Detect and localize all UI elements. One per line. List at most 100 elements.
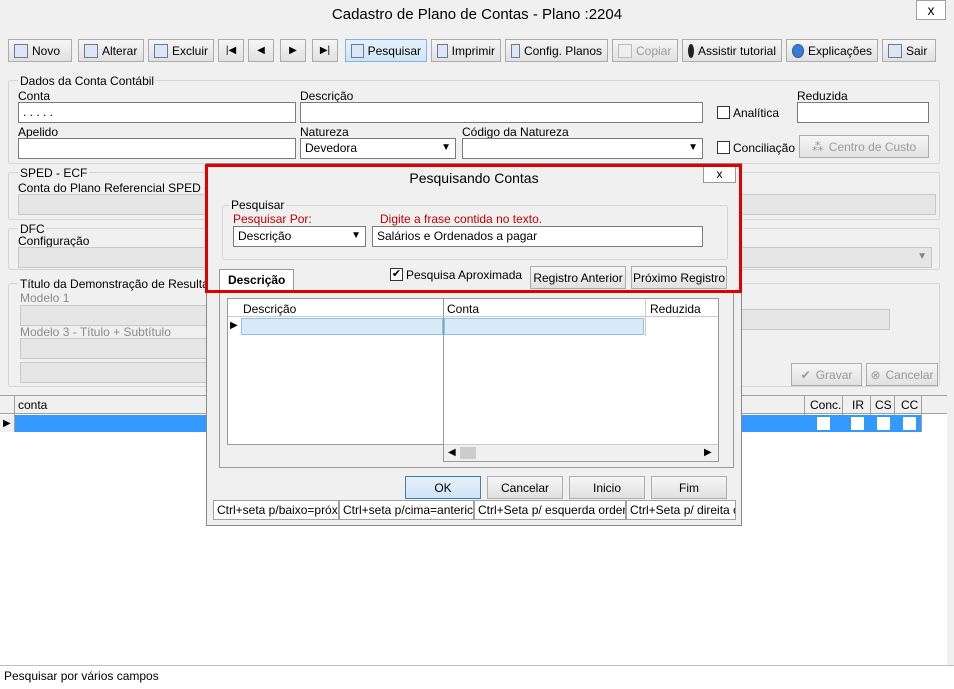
first-record-button[interactable]: |◀ xyxy=(218,39,244,62)
codigo-natureza-select[interactable]: ▼ xyxy=(462,138,703,159)
next-icon: ▶ xyxy=(289,45,297,56)
titulo-dem-title: Título da Demonstração de Resultado xyxy=(18,277,225,291)
dialog-cancelar-button[interactable]: Cancelar xyxy=(487,476,563,499)
fim-button[interactable]: Fim xyxy=(651,476,727,499)
alterar-button[interactable]: Alterar xyxy=(78,39,144,62)
apelido-label: Apelido xyxy=(18,125,59,139)
frase-input[interactable]: Salários e Ordenados a pagar xyxy=(372,226,703,247)
modelo1-field[interactable] xyxy=(20,305,208,326)
inicio-button[interactable]: Inicio xyxy=(569,476,645,499)
chevron-down-icon: ▼ xyxy=(351,230,361,241)
centro-custo-button[interactable]: ⁂ Centro de Custo xyxy=(799,135,929,158)
row-indicator-icon: ▶ xyxy=(230,320,238,331)
help-icon xyxy=(792,43,804,58)
network-icon: ⁂ xyxy=(811,139,824,154)
dialog-status-hint: Ctrl+seta p/cima=anteric xyxy=(339,500,474,520)
proximo-registro-button[interactable]: Próximo Registro xyxy=(631,266,727,289)
cs-checkbox[interactable] xyxy=(877,417,890,430)
reduzida-label: Reduzida xyxy=(797,89,848,103)
check-icon: ✔ xyxy=(800,367,811,382)
window-close-button[interactable]: x xyxy=(916,0,946,20)
modelo3-subtitulo-field[interactable] xyxy=(20,362,208,383)
col-conta: Conta xyxy=(447,302,480,316)
dfc-config-label: Configuração xyxy=(18,234,90,248)
dialog-status-hint: Ctrl+Seta p/ direita o xyxy=(626,500,736,520)
gravar-button[interactable]: ✔ Gravar xyxy=(791,363,862,386)
delete-icon xyxy=(154,43,168,58)
assistir-tutorial-button[interactable]: Assistir tutorial xyxy=(682,39,782,62)
frase-label: Digite a frase contida no texto. xyxy=(380,212,543,226)
col-reduzida: Reduzida xyxy=(650,302,701,316)
prev-record-button[interactable]: ◀ xyxy=(248,39,274,62)
modelo3-titulo-field[interactable] xyxy=(20,338,208,359)
pesquisa-aproximada-label: Pesquisa Aproximada xyxy=(406,268,523,282)
grid-col-conc: Conc. xyxy=(810,398,842,412)
status-text: Pesquisar por vários campos xyxy=(4,669,159,683)
conc-checkbox[interactable] xyxy=(817,417,830,430)
imprimir-button[interactable]: Imprimir xyxy=(431,39,501,62)
horizontal-scrollbar[interactable]: ◀ ▶ xyxy=(444,444,718,461)
grid-col-ir: IR xyxy=(852,398,864,412)
row-indicator-icon: ▶ xyxy=(0,415,14,432)
grid-col-conta: conta xyxy=(18,398,48,412)
sair-button[interactable]: Sair xyxy=(882,39,936,62)
cancel-icon: ⊗ xyxy=(870,367,881,382)
exit-icon xyxy=(888,43,902,58)
conta-field[interactable]: . . . . . xyxy=(18,102,296,123)
codigo-natureza-label: Código da Natureza xyxy=(462,125,569,139)
edit-icon xyxy=(84,43,98,58)
sped-ecf-title: SPED - ECF xyxy=(18,166,90,180)
pesquisar-por-select[interactable]: Descrição ▼ xyxy=(233,226,366,247)
dialog-status-hint: Ctrl+Seta p/ esquerda order xyxy=(474,500,626,520)
pesquisar-button[interactable]: Pesquisar xyxy=(345,39,427,62)
descricao-field[interactable] xyxy=(300,102,703,123)
scroll-left-icon: ◀ xyxy=(448,447,456,458)
excluir-button[interactable]: Excluir xyxy=(148,39,214,62)
modelo1-extra-field[interactable] xyxy=(740,309,890,330)
conta-selected-cell[interactable] xyxy=(444,318,644,335)
chevron-down-icon: ▼ xyxy=(917,251,927,262)
prev-icon: ◀ xyxy=(257,45,265,56)
natureza-select[interactable]: Devedora ▼ xyxy=(300,138,456,159)
apelido-field[interactable] xyxy=(18,138,296,159)
pesquisar-group-title: Pesquisar xyxy=(229,198,287,212)
play-icon xyxy=(688,43,694,58)
window-title: Cadastro de Plano de Contas - Plano :220… xyxy=(331,6,623,23)
pesquisa-aproximada-checkbox[interactable]: ✔ xyxy=(390,268,403,281)
config-planos-button[interactable]: Config. Planos xyxy=(505,39,608,62)
analitica-checkbox[interactable] xyxy=(717,106,730,119)
printer-icon xyxy=(437,43,448,58)
conta-label: Conta xyxy=(18,89,51,103)
cancelar-button[interactable]: ⊗ Cancelar xyxy=(866,363,938,386)
search-icon xyxy=(351,43,364,58)
descricao-label: Descrição xyxy=(300,89,354,103)
title-bar: Cadastro de Plano de Contas - Plano :220… xyxy=(0,0,954,30)
ok-button[interactable]: OK xyxy=(405,476,481,499)
modelo1-label: Modelo 1 xyxy=(20,291,70,305)
cc-checkbox[interactable] xyxy=(903,417,916,430)
conciliacao-label: Conciliação xyxy=(733,141,796,155)
analitica-label: Analítica xyxy=(733,106,780,120)
sped-conta-label: Conta do Plano Referencial SPED - ECI xyxy=(18,181,232,195)
gear-icon xyxy=(511,43,520,58)
descricao-selected-cell[interactable] xyxy=(241,318,443,335)
registro-anterior-button[interactable]: Registro Anterior xyxy=(530,266,626,289)
tab-descricao[interactable]: Descrição xyxy=(219,269,294,291)
col-descricao: Descrição xyxy=(243,302,297,316)
explicacoes-button[interactable]: Explicações xyxy=(786,39,878,62)
next-record-button[interactable]: ▶ xyxy=(280,39,306,62)
grid-col-cs: CS xyxy=(875,398,892,412)
last-record-button[interactable]: ▶| xyxy=(312,39,338,62)
natureza-label: Natureza xyxy=(300,125,349,139)
new-doc-icon xyxy=(14,43,28,58)
copy-icon xyxy=(618,43,632,58)
conciliacao-checkbox[interactable] xyxy=(717,141,730,154)
novo-button[interactable]: Novo xyxy=(8,39,72,62)
scroll-thumb[interactable] xyxy=(460,447,476,459)
reduzida-field[interactable] xyxy=(797,102,929,123)
pesquisar-por-label: Pesquisar Por: xyxy=(233,212,312,226)
dialog-close-button[interactable]: x xyxy=(703,165,736,183)
ir-checkbox[interactable] xyxy=(851,417,864,430)
copiar-button[interactable]: Copiar xyxy=(612,39,678,62)
status-bar: Pesquisar por vários campos xyxy=(0,665,954,689)
